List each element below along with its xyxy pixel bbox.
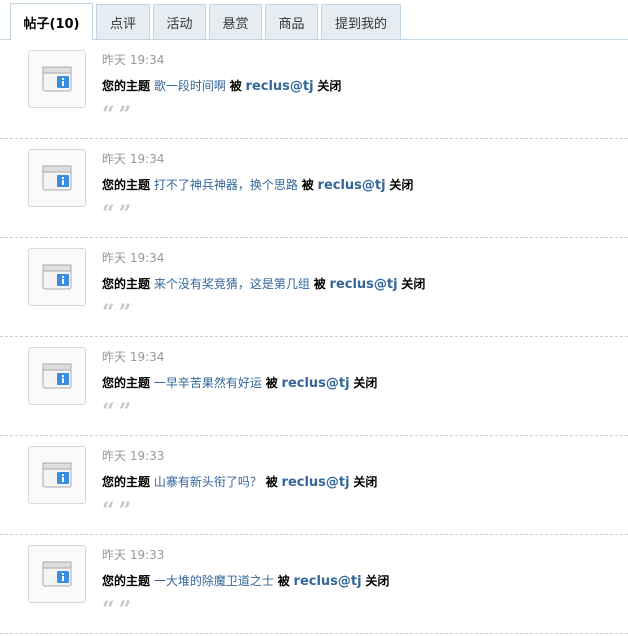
notice-prefix: 您的主题 [102, 277, 151, 291]
quote-marks: “ ” [102, 104, 131, 126]
notice-time: 昨天 19:33 [102, 548, 165, 562]
notice-message: 您的主题 打不了神兵神器，换个思路 被 reclus@tj 关闭 [102, 176, 413, 193]
notice-tab-bar: 帖子(10) 点评 活动 悬赏 商品 提到我的 [0, 0, 628, 40]
quote-open-icon: “ [102, 201, 115, 227]
quote-close-icon: ” [118, 597, 132, 623]
quote-open-icon: “ [102, 597, 115, 623]
thread-link[interactable]: 来个没有奖竞猜，这是第几组 [154, 277, 310, 291]
notice-item: 昨天 19:33 您的主题 一大堆的除魔卫道之士 被 reclus@tj 关闭 … [0, 535, 628, 634]
quote-marks: “ ” [102, 203, 131, 225]
quote-marks: “ ” [102, 401, 131, 423]
notice-action: 关闭 [353, 376, 378, 390]
tab-mentions[interactable]: 提到我的 [321, 4, 401, 39]
quote-marks: “ ” [102, 302, 131, 324]
thread-link[interactable]: 打不了神兵神器，换个思路 [154, 178, 298, 192]
notice-info-icon [28, 347, 86, 405]
notice-list: 昨天 19:34 您的主题 歌一段时间啊 被 reclus@tj 关闭 “ ” … [0, 40, 628, 634]
notice-item: 昨天 19:34 您的主题 来个没有奖竞猜，这是第几组 被 reclus@tj … [0, 238, 628, 337]
quote-close-icon: ” [118, 102, 132, 128]
notice-prefix: 您的主题 [102, 376, 151, 390]
thread-link[interactable]: 歌一段时间啊 [154, 79, 226, 93]
notice-by: 被 [313, 277, 326, 291]
notice-by: 被 [265, 376, 278, 390]
notice-action: 关闭 [317, 79, 342, 93]
notice-time: 昨天 19:34 [102, 53, 165, 67]
notice-time: 昨天 19:34 [102, 152, 165, 166]
notice-action: 关闭 [365, 574, 390, 588]
notice-message: 您的主题 一大堆的除魔卫道之士 被 reclus@tj 关闭 [102, 572, 389, 589]
thread-link[interactable]: 一早辛苦果然有好运 [154, 376, 262, 390]
quote-open-icon: “ [102, 399, 115, 425]
notice-message: 您的主题 歌一段时间啊 被 reclus@tj 关闭 [102, 77, 341, 94]
quote-close-icon: ” [118, 498, 132, 524]
thread-link[interactable]: 一大堆的除魔卫道之士 [154, 574, 274, 588]
user-link[interactable]: reclus@tj [246, 79, 314, 94]
tab-rewards[interactable]: 悬赏 [209, 4, 262, 39]
notice-info-icon [28, 248, 86, 306]
notice-item: 昨天 19:34 您的主题 打不了神兵神器，换个思路 被 reclus@tj 关… [0, 139, 628, 238]
tab-activities[interactable]: 活动 [153, 4, 206, 39]
quote-close-icon: ” [118, 300, 132, 326]
tab-comments[interactable]: 点评 [96, 4, 150, 39]
notice-by: 被 [265, 475, 278, 489]
notice-item: 昨天 19:34 您的主题 一早辛苦果然有好运 被 reclus@tj 关闭 “… [0, 337, 628, 436]
notice-message: 您的主题 山寨有新头衔了吗？ 被 reclus@tj 关闭 [102, 473, 377, 490]
quote-open-icon: “ [102, 102, 115, 128]
notice-action: 关闭 [389, 178, 414, 192]
notice-message: 您的主题 一早辛苦果然有好运 被 reclus@tj 关闭 [102, 374, 377, 391]
notice-info-icon [28, 545, 86, 603]
quote-marks: “ ” [102, 599, 131, 621]
notice-by: 被 [277, 574, 290, 588]
tab-goods[interactable]: 商品 [265, 4, 318, 39]
notice-time: 昨天 19:34 [102, 251, 165, 265]
notice-prefix: 您的主题 [102, 79, 151, 93]
notice-item: 昨天 19:33 您的主题 山寨有新头衔了吗？ 被 reclus@tj 关闭 “… [0, 436, 628, 535]
notice-prefix: 您的主题 [102, 475, 151, 489]
notice-item: 昨天 19:34 您的主题 歌一段时间啊 被 reclus@tj 关闭 “ ” [0, 40, 628, 139]
notice-by: 被 [301, 178, 314, 192]
user-link[interactable]: reclus@tj [330, 277, 398, 292]
thread-link[interactable]: 山寨有新头衔了吗？ [154, 475, 262, 489]
notice-action: 关闭 [353, 475, 378, 489]
user-link[interactable]: reclus@tj [294, 574, 362, 589]
user-link[interactable]: reclus@tj [318, 178, 386, 193]
notice-info-icon [28, 446, 86, 504]
quote-open-icon: “ [102, 300, 115, 326]
quote-marks: “ ” [102, 500, 131, 522]
notice-action: 关闭 [401, 277, 426, 291]
notice-info-icon [28, 149, 86, 207]
quote-close-icon: ” [118, 201, 132, 227]
quote-open-icon: “ [102, 498, 115, 524]
quote-close-icon: ” [118, 399, 132, 425]
notice-time: 昨天 19:33 [102, 449, 165, 463]
user-link[interactable]: reclus@tj [282, 475, 350, 490]
user-link[interactable]: reclus@tj [282, 376, 350, 391]
notice-message: 您的主题 来个没有奖竞猜，这是第几组 被 reclus@tj 关闭 [102, 275, 425, 292]
tab-posts[interactable]: 帖子(10) [10, 3, 93, 40]
notice-time: 昨天 19:34 [102, 350, 165, 364]
notice-prefix: 您的主题 [102, 574, 151, 588]
notice-info-icon [28, 50, 86, 108]
notice-by: 被 [229, 79, 242, 93]
notice-prefix: 您的主题 [102, 178, 151, 192]
